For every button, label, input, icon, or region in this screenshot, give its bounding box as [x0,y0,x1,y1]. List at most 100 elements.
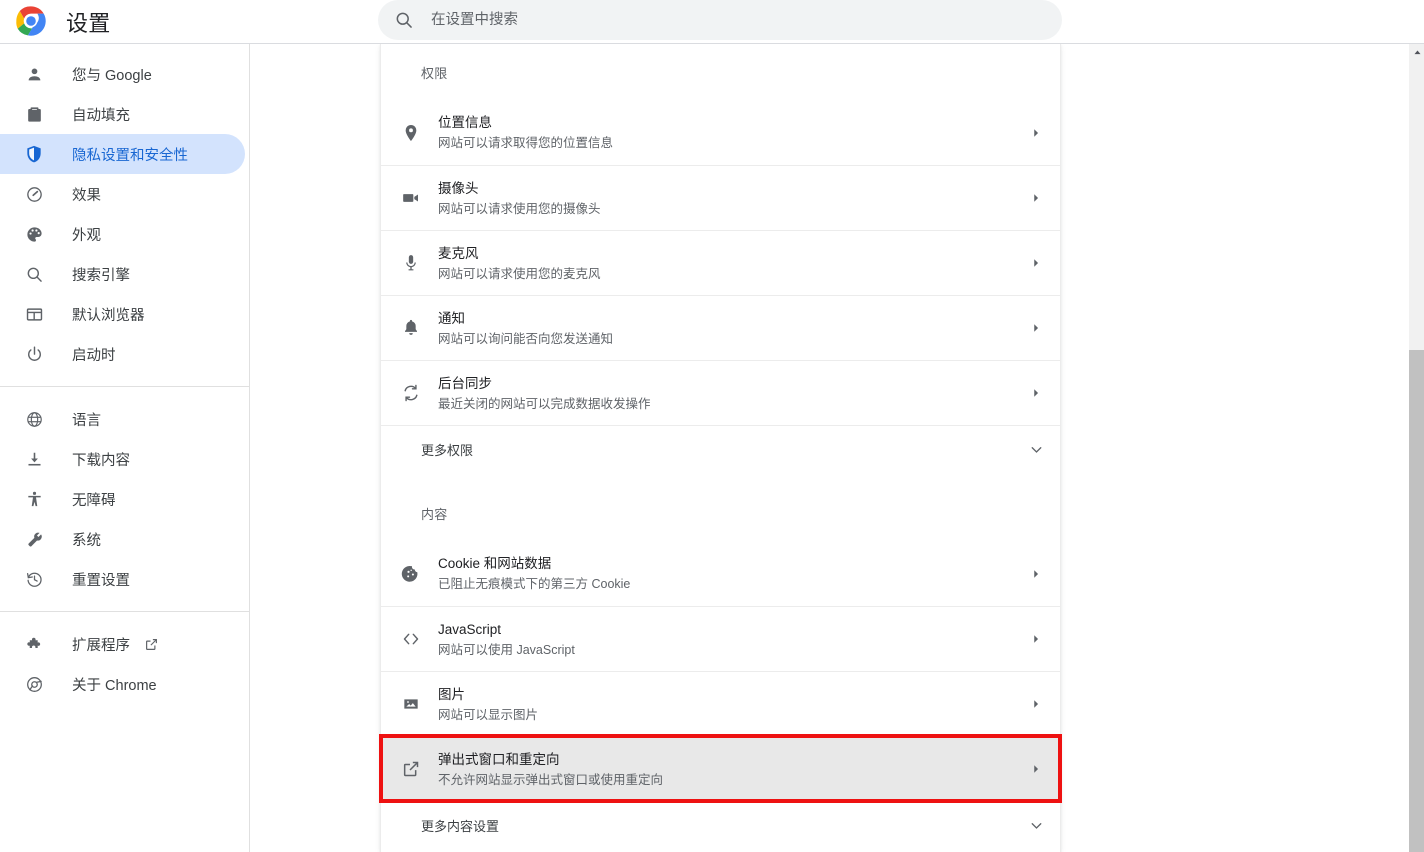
sidebar-item-label: 启动时 [72,347,116,364]
search-icon [24,264,44,284]
row-title: 图片 [438,686,465,702]
row-subtitle: 网站可以询问能否向您发送通知 [438,331,614,346]
open-in-new-icon[interactable] [144,637,159,652]
chevron-right-icon [1026,253,1046,273]
row-notifications[interactable]: 通知 网站可以询问能否向您发送通知 [381,295,1060,360]
row-microphone[interactable]: 麦克风 网站可以请求使用您的麦克风 [381,230,1060,295]
palette-icon [24,224,44,244]
chevron-right-icon [1026,123,1046,143]
expander-more-permissions[interactable]: 更多权限 [381,425,1060,473]
search-icon [394,10,414,30]
settings-main-scroll-area[interactable]: 权限 位置信息 网站可以请求取得您的位置信息 摄像头 网站可以请求使用您的摄像头… [250,44,1408,852]
power-icon [24,344,44,364]
row-cookies[interactable]: Cookie 和网站数据 已阻止无痕模式下的第三方 Cookie [381,541,1060,606]
sidebar-item-you-and-google[interactable]: 您与 Google [0,54,245,94]
wrench-icon [24,529,44,549]
row-javascript[interactable]: JavaScript 网站可以使用 JavaScript [381,606,1060,671]
globe-icon [24,409,44,429]
sidebar-item-label: 重置设置 [72,572,130,589]
sidebar-item-reset-settings[interactable]: 重置设置 [0,559,245,599]
permissions-heading: 权限 [421,65,448,81]
sidebar-item-on-startup[interactable]: 启动时 [0,334,245,374]
sidebar-item-label: 语言 [72,412,101,429]
sidebar-item-appearance[interactable]: 外观 [0,214,245,254]
content-region: 您与 Google 自动填充 隐私设置和安全性 效果 外观 搜索引擎 默认浏览器… [0,44,1424,852]
sidebar-item-extensions[interactable]: 扩展程序 [0,624,245,664]
sidebar-item-system[interactable]: 系统 [0,519,245,559]
sidebar-item-label: 隐私设置和安全性 [72,147,188,164]
row-background-sync[interactable]: 后台同步 最近关闭的网站可以完成数据收发操作 [381,360,1060,425]
sidebar-item-label: 搜索引擎 [72,267,130,284]
content-heading: 内容 [421,506,448,522]
row-images[interactable]: 图片 网站可以显示图片 [381,671,1060,736]
row-location[interactable]: 位置信息 网站可以请求取得您的位置信息 [381,100,1060,165]
expander-more-content-settings[interactable]: 更多内容设置 [381,801,1060,849]
chevron-right-icon [1026,564,1046,584]
sidebar-item-about-chrome[interactable]: 关于 Chrome [0,664,245,704]
row-subtitle: 网站可以显示图片 [438,707,539,722]
sidebar-item-privacy-and-security[interactable]: 隐私设置和安全性 [0,134,245,174]
browser-window-icon [24,304,44,324]
row-title: JavaScript [438,621,502,637]
sidebar-item-languages[interactable]: 语言 [0,399,245,439]
caret-up-icon[interactable] [1409,44,1424,61]
chevron-right-icon [1026,759,1046,779]
scrollbar-thumb[interactable] [1409,350,1424,852]
row-popups-and-redirects[interactable]: 弹出式窗口和重定向 不允许网站显示弹出式窗口或使用重定向 [379,734,1062,803]
sidebar-item-default-browser[interactable]: 默认浏览器 [0,294,245,334]
videocam-icon [399,186,423,210]
sidebar-item-label: 扩展程序 [72,637,130,654]
open-in-new-icon [399,757,423,781]
row-title: 摄像头 [438,180,479,196]
cookie-icon [399,562,423,586]
expander-label: 更多内容设置 [421,819,500,834]
person-icon [24,64,44,84]
row-subtitle: 网站可以使用 JavaScript [438,642,575,657]
chevron-down-icon [1026,440,1046,460]
chevron-right-icon [1026,383,1046,403]
chevron-right-icon [1026,318,1046,338]
row-title: 麦克风 [438,245,479,261]
sidebar-item-autofill[interactable]: 自动填充 [0,94,245,134]
chrome-outline-icon [24,674,44,694]
sidebar-item-label: 下载内容 [72,452,130,469]
chevron-down-icon [1026,816,1046,836]
location-pin-icon [399,121,423,145]
puzzle-icon [24,634,44,654]
page-title: 设置 [66,11,111,36]
row-subtitle: 最近关闭的网站可以完成数据收发操作 [438,396,651,411]
sidebar-item-label: 默认浏览器 [72,307,145,324]
privacy-settings-card: 权限 位置信息 网站可以请求取得您的位置信息 摄像头 网站可以请求使用您的摄像头… [379,44,1062,852]
clipboard-icon [24,104,44,124]
search-box[interactable] [378,0,1062,40]
search-input[interactable] [431,5,991,35]
vertical-scrollbar[interactable] [1408,44,1424,852]
sidebar-item-label: 无障碍 [72,492,116,509]
sidebar-item-downloads[interactable]: 下载内容 [0,439,245,479]
sidebar-divider [0,611,249,612]
sidebar-item-label: 自动填充 [72,107,130,124]
row-title: 通知 [438,310,465,326]
sidebar-item-label: 效果 [72,187,101,204]
row-subtitle: 不允许网站显示弹出式窗口或使用重定向 [438,772,664,787]
sidebar-item-label: 外观 [72,227,101,244]
shield-icon [24,144,44,164]
row-title: Cookie 和网站数据 [438,556,552,571]
accessibility-icon [24,489,44,509]
sidebar-item-label: 系统 [72,532,101,549]
row-subtitle: 网站可以请求使用您的摄像头 [438,201,601,216]
chevron-right-icon [1026,629,1046,649]
sync-icon [399,381,423,405]
sidebar-item-accessibility[interactable]: 无障碍 [0,479,245,519]
row-subtitle: 网站可以请求使用您的麦克风 [438,266,601,281]
settings-top-bar: 设置 [0,0,1424,44]
sidebar-item-search-engine[interactable]: 搜索引擎 [0,254,245,294]
section-gap [381,473,1060,485]
download-icon [24,449,44,469]
history-restore-icon [24,569,44,589]
code-brackets-icon [399,627,423,651]
row-camera[interactable]: 摄像头 网站可以请求使用您的摄像头 [381,165,1060,230]
microphone-icon [399,251,423,275]
row-title: 弹出式窗口和重定向 [438,751,560,767]
sidebar-item-performance[interactable]: 效果 [0,174,245,214]
